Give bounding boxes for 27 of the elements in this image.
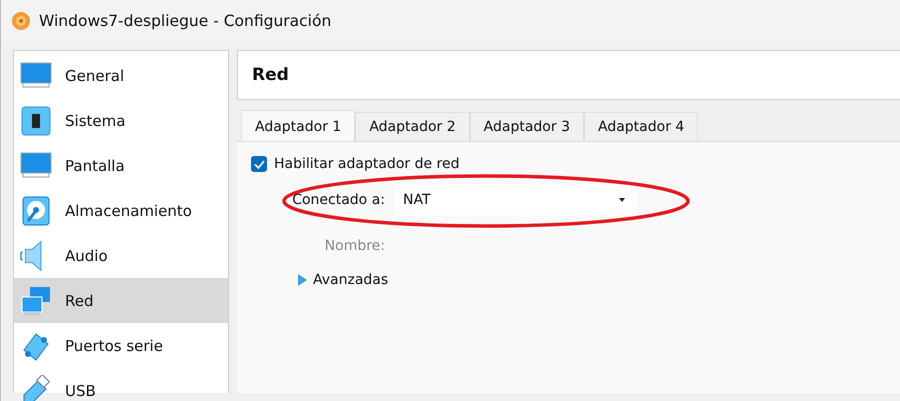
caret-icon <box>619 198 625 202</box>
speaker-icon <box>20 240 42 272</box>
sidebar-item[interactable]: General <box>14 53 228 98</box>
checkbox[interactable] <box>251 156 267 172</box>
field-label: Conectado a: <box>291 192 386 208</box>
field-label: Nombre: <box>324 238 386 254</box>
tab[interactable]: Adaptador 4 <box>584 112 698 141</box>
checkbox-label: Habilitar adaptador de red <box>274 156 460 172</box>
sidebar-item[interactable]: Red <box>14 278 228 323</box>
sidebar-item[interactable]: Puertos serie <box>14 323 228 368</box>
tab[interactable]: Adaptador 1 <box>241 110 356 141</box>
sidebar-item[interactable]: USB <box>14 368 228 401</box>
advanced-expander[interactable]: Avanzadas <box>297 272 388 288</box>
tab[interactable]: Adaptador 2 <box>355 112 470 141</box>
chip-icon <box>20 104 52 136</box>
tab[interactable]: Adaptador 3 <box>470 112 584 141</box>
sidebar-item[interactable]: Audio <box>14 233 228 278</box>
attached-to-dropdown[interactable]: NAT <box>395 185 637 215</box>
sidebar-item[interactable]: Almacenamiento <box>14 188 228 233</box>
network-icon <box>20 284 52 316</box>
check-icon <box>254 160 264 168</box>
page-title: Red <box>252 65 289 85</box>
triangle-icon <box>297 274 307 286</box>
sidebar-item[interactable]: Sistema <box>14 98 228 143</box>
sidebar-item[interactable]: Pantalla <box>14 143 228 188</box>
gear-icon <box>11 11 31 31</box>
window-title: Windows7-despliegue - Configuración <box>39 12 332 30</box>
